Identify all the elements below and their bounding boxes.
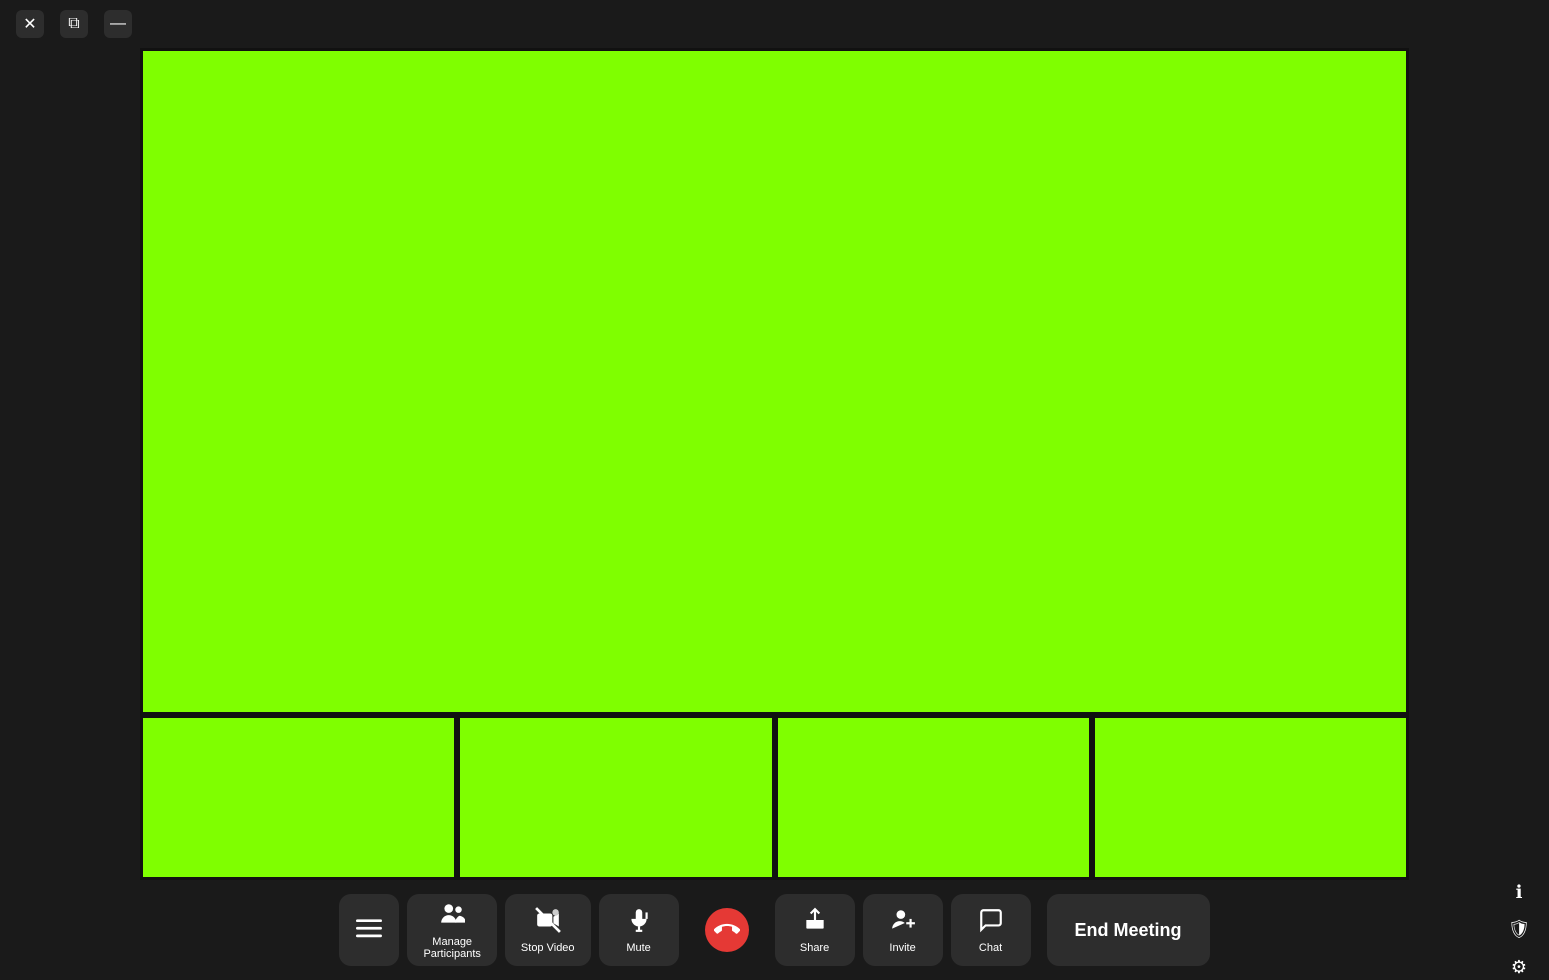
share-icon [802,907,828,938]
thumbnail-video-4 [1092,715,1409,880]
manage-participants-label: ManageParticipants [423,936,480,960]
title-bar: ✕ ⧉ — [0,0,1549,48]
thumbnail-row [140,715,1409,880]
phone-hangup-icon [705,908,749,952]
invite-icon [890,907,916,938]
minimize-button[interactable]: — [104,10,132,38]
share-label: Share [800,942,829,954]
manage-participants-button[interactable]: ManageParticipants [407,894,496,966]
stop-video-button[interactable]: Stop Video [505,894,591,966]
video-container [0,48,1549,880]
main-video [140,48,1409,715]
mute-button[interactable]: Mute [599,894,679,966]
mute-icon [626,907,652,938]
thumbnail-video-3 [775,715,1092,880]
chat-label: Chat [979,942,1002,954]
invite-button[interactable]: Invite [863,894,943,966]
menu-icon [356,915,382,946]
invite-label: Invite [889,942,915,954]
menu-button[interactable] [339,894,399,966]
shield-icon[interactable]: 🛡 [1505,917,1533,942]
end-meeting-button[interactable]: End Meeting [1047,894,1210,966]
stop-video-label: Stop Video [521,942,575,954]
settings-icon[interactable]: ⚙ [1505,955,1533,980]
thumbnail-video-2 [457,715,774,880]
close-button[interactable]: ✕ [16,10,44,38]
participants-icon [439,901,465,932]
chat-button[interactable]: Chat [951,894,1031,966]
mute-label: Mute [626,942,650,954]
thumbnail-video-1 [140,715,457,880]
toolbar: ManageParticipants Stop Video Mute Share [0,880,1549,980]
stop-video-icon [535,907,561,938]
chat-icon [978,907,1004,938]
share-button[interactable]: Share [775,894,855,966]
end-call-button[interactable] [687,894,767,966]
side-icons: ℹ 🛡 ⚙ [1505,880,1533,980]
tile-button[interactable]: ⧉ [60,10,88,38]
info-icon[interactable]: ℹ [1505,880,1533,905]
